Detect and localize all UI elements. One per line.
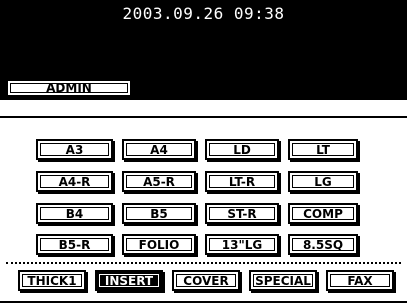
paper-button-a3[interactable]: A3 <box>36 139 113 160</box>
fax-button[interactable]: FAX <box>326 270 394 291</box>
paper-button-a5-r[interactable]: A5-R <box>122 171 196 192</box>
tab-admin[interactable]: ADMIN <box>6 79 132 97</box>
button-label: LT-R <box>228 174 256 189</box>
button-label: LT <box>316 142 330 157</box>
date-time: 2003.09.26 09:38 <box>122 4 285 23</box>
button-label: LG <box>314 174 332 189</box>
paper-button-lg[interactable]: LG <box>288 171 358 192</box>
paper-button-8-5sq[interactable]: 8.5SQ <box>288 234 358 255</box>
button-label: A3 <box>65 142 84 157</box>
tab-strip <box>0 100 407 118</box>
button-label: COMP <box>303 206 343 221</box>
button-label: A5-R <box>143 174 175 189</box>
tab-admin-label: ADMIN <box>46 81 92 95</box>
paper-button-13lg[interactable]: 13"LG <box>205 234 279 255</box>
button-label: FOLIO <box>138 237 180 252</box>
divider <box>6 262 401 264</box>
cover-button[interactable]: COVER <box>172 270 240 291</box>
button-label: A4 <box>150 142 168 157</box>
paper-button-b5-r[interactable]: B5-R <box>36 234 113 255</box>
button-label: LD <box>233 142 251 157</box>
button-label: FAX <box>347 273 373 288</box>
button-label: B4 <box>65 206 84 221</box>
button-label: SPECIAL <box>255 273 311 288</box>
paper-button-a4[interactable]: A4 <box>122 139 196 160</box>
paper-button-b4[interactable]: B4 <box>36 203 113 224</box>
button-label: ST-R <box>227 206 257 221</box>
paper-button-folio[interactable]: FOLIO <box>122 234 196 255</box>
button-label: B5-R <box>58 237 91 252</box>
paper-button-b5[interactable]: B5 <box>122 203 196 224</box>
button-label: INSERT <box>104 273 154 288</box>
button-label: A4-R <box>58 174 91 189</box>
paper-button-comp[interactable]: COMP <box>288 203 358 224</box>
insert-button[interactable]: INSERT <box>95 270 163 291</box>
thick1-button[interactable]: THICK1 <box>18 270 86 291</box>
paper-button-st-r[interactable]: ST-R <box>205 203 279 224</box>
button-label: COVER <box>183 273 229 288</box>
paper-button-ld[interactable]: LD <box>205 139 279 160</box>
paper-button-a4-r[interactable]: A4-R <box>36 171 113 192</box>
paper-button-lt-r[interactable]: LT-R <box>205 171 279 192</box>
button-label: 8.5SQ <box>302 237 344 252</box>
special-button[interactable]: SPECIAL <box>249 270 317 291</box>
button-label: B5 <box>150 206 168 221</box>
paper-button-lt[interactable]: LT <box>288 139 358 160</box>
button-label: 13"LG <box>221 237 263 252</box>
header-bar: 2003.09.26 09:38 ADMIN <box>0 0 407 100</box>
button-label: THICK1 <box>27 273 77 288</box>
